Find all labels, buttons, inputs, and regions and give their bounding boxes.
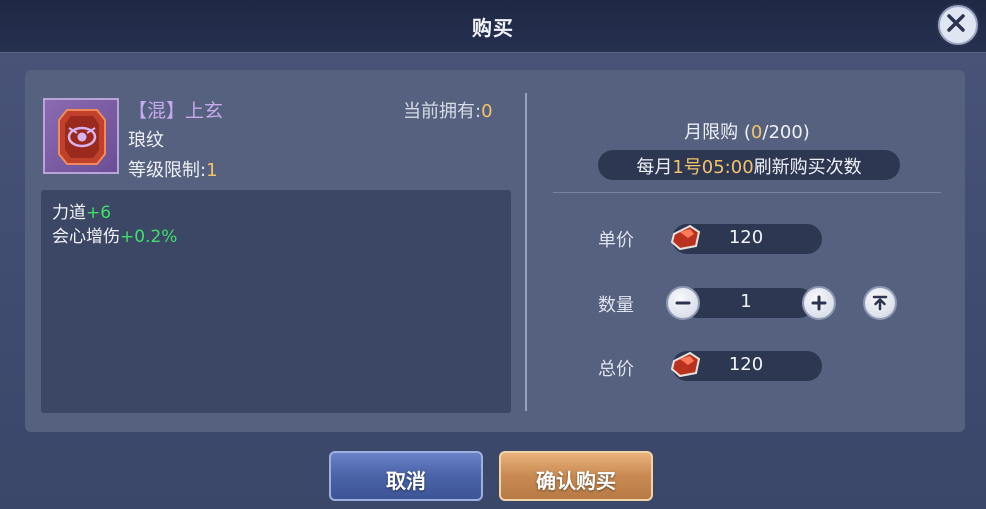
- total-price-value: 120: [728, 354, 764, 375]
- owned-label: 当前拥有:: [403, 101, 482, 122]
- limit-used: 0: [750, 122, 763, 143]
- minus-icon: [675, 301, 691, 305]
- quantity-label: 数量: [598, 295, 634, 316]
- close-button[interactable]: [938, 5, 978, 45]
- refresh-time: 1号05:00: [672, 157, 754, 178]
- confirm-purchase-button[interactable]: 确认购买: [499, 451, 653, 501]
- title-bar: 购买: [0, 0, 986, 53]
- decrease-quantity-button[interactable]: [666, 286, 700, 320]
- attribute-label: 会心增伤: [52, 227, 120, 247]
- quantity-value[interactable]: 1: [700, 291, 792, 312]
- red-gem-currency-icon: [670, 224, 701, 251]
- refresh-suffix: 刷新购买次数: [753, 157, 862, 178]
- limit-label: 月限购 (: [684, 122, 751, 143]
- item-type: 琅纹: [128, 130, 164, 151]
- close-icon: [947, 14, 965, 32]
- total-price-label: 总价: [598, 359, 634, 380]
- talisman-item-icon: [58, 109, 106, 165]
- limit-total: /200): [762, 122, 810, 143]
- cancel-button[interactable]: 取消: [329, 451, 483, 501]
- item-name: 【混】上玄: [128, 100, 224, 122]
- max-quantity-button[interactable]: [863, 286, 897, 320]
- owned-value: 0: [481, 101, 493, 122]
- level-value: 1: [206, 160, 218, 181]
- item-level-requirement: 等级限制:1: [128, 156, 218, 182]
- refresh-prefix: 每月: [636, 157, 673, 178]
- attribute-row: 力道+6: [52, 198, 111, 223]
- refresh-info: 每月1号05:00刷新购买次数: [598, 153, 900, 179]
- max-arrow-icon: [872, 295, 888, 311]
- owned-count: 当前拥有:0: [403, 97, 493, 123]
- level-label: 等级限制:: [128, 160, 207, 181]
- red-gem-currency-icon: [670, 351, 701, 378]
- attribute-value: +0.2%: [120, 227, 178, 247]
- item-slot[interactable]: [43, 98, 119, 174]
- unit-price-label: 单价: [598, 230, 634, 251]
- confirm-button-label: 确认购买: [536, 469, 616, 493]
- unit-price-value: 120: [728, 227, 764, 248]
- attribute-value: +6: [86, 203, 112, 223]
- dialog-title: 购买: [472, 16, 514, 40]
- increase-quantity-button[interactable]: [802, 286, 836, 320]
- monthly-limit: 月限购 (0/200): [553, 118, 941, 144]
- panel-divider: [525, 93, 527, 411]
- cancel-button-label: 取消: [386, 469, 426, 493]
- attribute-row: 会心增伤+0.2%: [52, 222, 177, 247]
- plus-icon: [811, 295, 827, 311]
- section-divider: [553, 192, 941, 193]
- attribute-label: 力道: [52, 203, 86, 223]
